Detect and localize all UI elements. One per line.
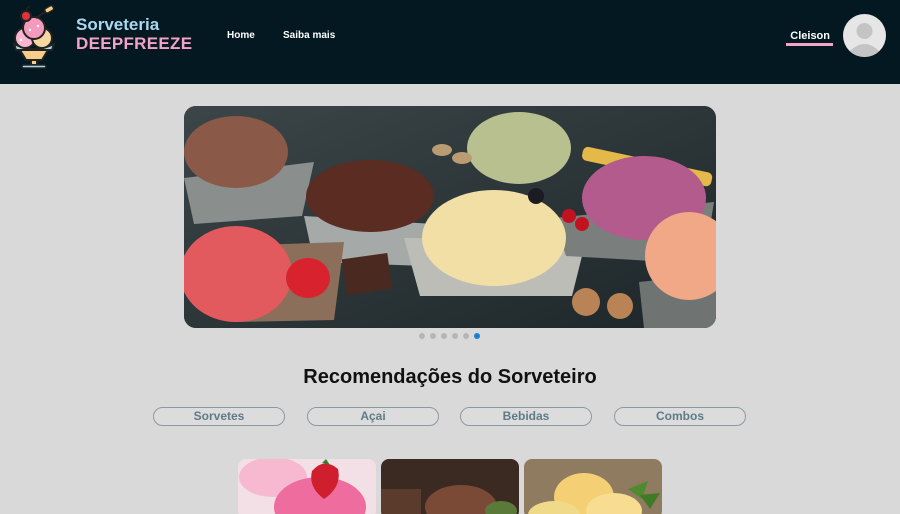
carousel-dot[interactable] [419, 333, 425, 339]
nav-home-link[interactable]: Home [227, 30, 255, 41]
category-bebidas-button[interactable]: Bebidas [460, 407, 592, 426]
carousel-dot-active[interactable] [474, 333, 480, 339]
strawberry-ice-cream-image [238, 459, 376, 514]
product-card[interactable] [238, 459, 376, 514]
category-acai-button[interactable]: Açai [307, 407, 439, 426]
section-title: Recomendações do Sorveteiro [303, 366, 597, 388]
chocolate-ice-cream-image [381, 459, 519, 514]
category-combos-button[interactable]: Combos [614, 407, 746, 426]
carousel-dot[interactable] [441, 333, 447, 339]
ice-cream-bowls-image [184, 106, 716, 328]
hero-carousel[interactable] [184, 106, 716, 328]
product-card[interactable] [381, 459, 519, 514]
user-name-underline [786, 43, 833, 46]
carousel-dot[interactable] [430, 333, 436, 339]
brand-line-2: DEEPFREEZE [76, 34, 193, 53]
carousel-dot[interactable] [463, 333, 469, 339]
vanilla-ice-cream-image [524, 459, 662, 514]
top-navbar: Sorveteria DEEPFREEZE Home Saiba mais Cl… [0, 0, 900, 84]
brand-name[interactable]: Sorveteria DEEPFREEZE [76, 16, 192, 54]
category-sorvetes-button[interactable]: Sorvetes [153, 407, 285, 426]
user-name[interactable]: Cleison [790, 30, 830, 42]
carousel-dot[interactable] [452, 333, 458, 339]
product-card[interactable] [524, 459, 662, 514]
brand-line-1: Sorveteria [76, 15, 160, 34]
carousel-indicators [419, 333, 480, 339]
ice-cream-logo-icon[interactable] [8, 4, 60, 70]
user-avatar-icon[interactable] [843, 14, 886, 57]
nav-saiba-mais-link[interactable]: Saiba mais [283, 30, 335, 41]
